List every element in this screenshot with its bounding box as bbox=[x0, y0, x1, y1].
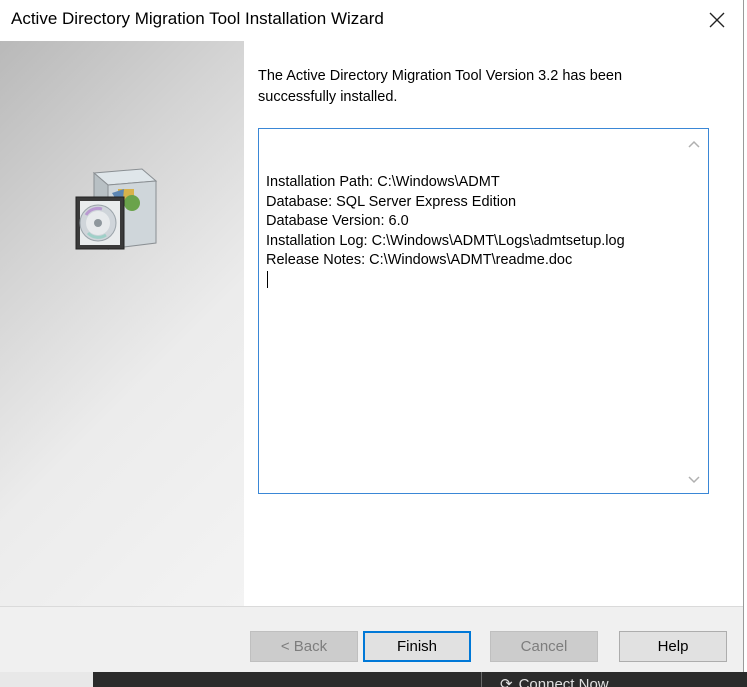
close-icon[interactable] bbox=[705, 8, 729, 32]
detail-line: Installation Path: C:\Windows\ADMT bbox=[266, 174, 500, 190]
detail-line: Release Notes: C:\Windows\ADMT\readme.do… bbox=[266, 252, 573, 268]
detail-line: Database Version: 6.0 bbox=[266, 213, 409, 229]
taskbar bbox=[0, 672, 747, 687]
finish-button[interactable]: Finish bbox=[363, 631, 471, 662]
detail-line: Installation Log: C:\Windows\ADMT\Logs\a… bbox=[266, 232, 625, 249]
taskbar-item-label: Connect Now bbox=[518, 676, 609, 687]
text-caret bbox=[267, 271, 268, 288]
window-title: Active Directory Migration Tool Installa… bbox=[11, 9, 384, 28]
title-bar: Active Directory Migration Tool Installa… bbox=[0, 0, 743, 40]
install-details: Installation Path: C:\Windows\ADMT Datab… bbox=[266, 173, 625, 271]
success-message: The Active Directory Migration Tool Vers… bbox=[258, 68, 623, 105]
connect-icon: ⟳ bbox=[500, 676, 513, 687]
scroll-down-icon[interactable] bbox=[686, 471, 702, 487]
taskbar-left-area bbox=[0, 672, 93, 687]
cancel-button[interactable]: Cancel bbox=[490, 631, 598, 662]
installer-window: Active Directory Migration Tool Installa… bbox=[0, 0, 744, 672]
scroll-up-icon[interactable] bbox=[686, 137, 702, 153]
help-button[interactable]: Help bbox=[619, 631, 727, 662]
wizard-side-banner bbox=[0, 41, 244, 606]
taskbar-connect-item[interactable]: ⟳ Connect Now bbox=[500, 672, 609, 687]
taskbar-divider bbox=[481, 672, 482, 687]
installer-box-icon bbox=[72, 163, 162, 253]
wizard-content: The Active Directory Migration Tool Vers… bbox=[244, 41, 743, 606]
back-button[interactable]: < Back bbox=[250, 631, 358, 662]
install-details-textbox[interactable]: Installation Path: C:\Windows\ADMT Datab… bbox=[258, 128, 709, 494]
detail-line: Database: SQL Server Express Edition bbox=[266, 193, 517, 210]
button-bar: < Back Finish Cancel Help bbox=[0, 606, 743, 672]
